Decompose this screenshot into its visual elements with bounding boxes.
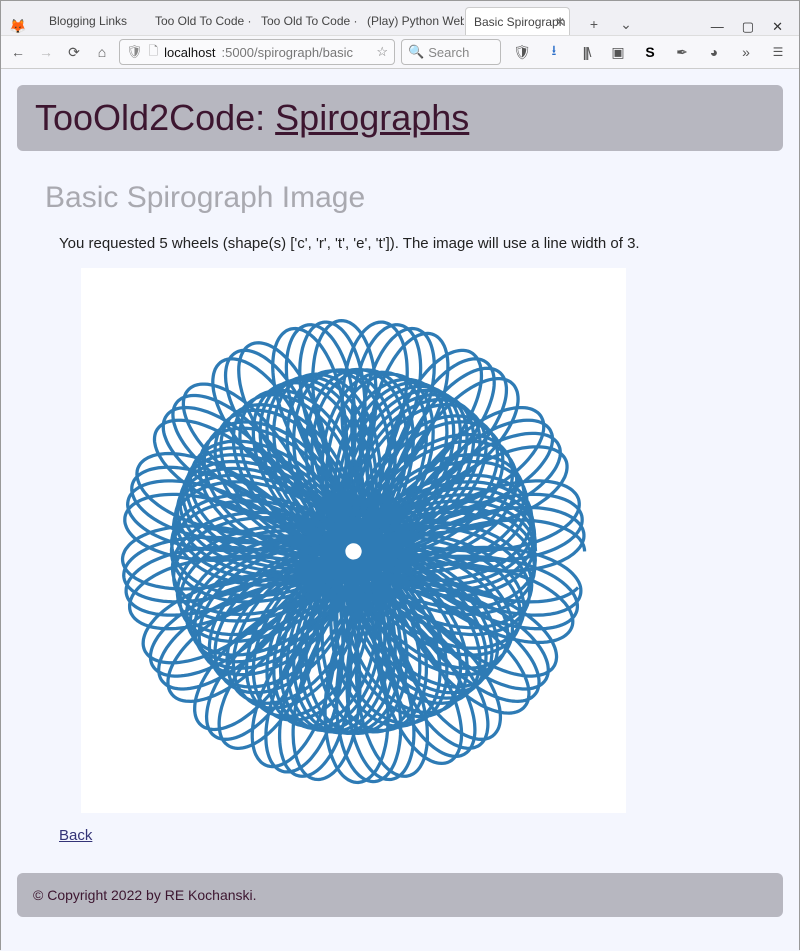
tab-label: Too Old To Code · Ric	[261, 14, 358, 28]
download-icon[interactable]: ⭳	[543, 41, 565, 63]
window-close-button[interactable]: ✕	[772, 19, 783, 35]
search-box[interactable]: 🔍 Search	[401, 39, 501, 65]
tab-label: Blogging Links	[49, 14, 127, 28]
home-button[interactable]: ⌂	[91, 41, 113, 63]
request-description: You requested 5 wheels (shape(s) ['c', '…	[59, 235, 783, 252]
tab-play-python[interactable]: (Play) Python Web A	[359, 7, 464, 35]
reader-icon[interactable]: ▣	[607, 41, 629, 63]
greasemonkey-icon[interactable]: ◕	[703, 41, 725, 63]
page-heading: Basic Spirograph Image	[45, 181, 783, 215]
library-icon[interactable]: |||\	[575, 41, 597, 63]
page-footer: © Copyright 2022 by RE Kochanski.	[17, 873, 783, 917]
banner-prefix: TooOld2Code:	[35, 97, 275, 138]
ublock-icon[interactable]: 🛡	[511, 41, 533, 63]
browser-tab-strip: 🦊 Blogging Links Too Old To Code · Ric T…	[1, 1, 799, 35]
search-placeholder: Search	[428, 45, 469, 60]
search-icon: 🔍	[408, 44, 424, 60]
new-tab-button[interactable]: +	[583, 13, 605, 35]
list-tabs-button[interactable]: ⌄	[615, 13, 637, 35]
reload-button[interactable]: ⟳	[63, 41, 85, 63]
toolbar-right: 🛡 ⭳ |||\ ▣ S ✒ ◕ » ☰	[507, 41, 793, 63]
firefox-icon: 🦊	[5, 18, 31, 35]
site-banner: TooOld2Code: Spirographs	[17, 85, 783, 151]
forward-button[interactable]: →	[35, 41, 57, 63]
window-maximize-button[interactable]: ▢	[742, 19, 754, 35]
tab-label: Too Old To Code · Ric	[155, 14, 252, 28]
bookmark-star-icon[interactable]: ☆	[376, 44, 388, 60]
tab-too-old-2[interactable]: Too Old To Code · Ric	[253, 7, 358, 35]
lock-off-icon: 🗋	[149, 42, 159, 63]
url-path: :5000/spirograph/basic	[221, 45, 353, 60]
spirograph-image	[81, 268, 626, 813]
url-bar[interactable]: 🛡 🗋 localhost :5000/spirograph/basic ☆	[119, 39, 395, 65]
tab-blogging-links[interactable]: Blogging Links	[41, 7, 146, 35]
spirograph-svg	[81, 268, 626, 813]
close-tab-icon[interactable]: ✕	[555, 15, 565, 29]
window-minimize-button[interactable]: —	[711, 19, 724, 35]
shield-icon: 🛡	[126, 44, 143, 60]
extension-s-icon[interactable]: S	[639, 41, 661, 63]
url-host: localhost	[164, 45, 215, 60]
page-viewport: TooOld2Code: Spirographs Basic Spirograp…	[1, 69, 799, 951]
tab-too-old-1[interactable]: Too Old To Code · Ric	[147, 7, 252, 35]
back-link[interactable]: Back	[59, 827, 92, 844]
tab-label: (Play) Python Web A	[367, 14, 464, 28]
banner-link[interactable]: Spirographs	[275, 97, 469, 138]
overflow-icon[interactable]: »	[735, 41, 757, 63]
window-controls: — ▢ ✕	[699, 19, 795, 35]
eyedropper-icon[interactable]: ✒	[671, 41, 693, 63]
browser-toolbar: ← → ⟳ ⌂ 🛡 🗋 localhost :5000/spirograph/ba…	[1, 35, 799, 69]
back-button[interactable]: ←	[7, 41, 29, 63]
tab-basic-spirograph[interactable]: Basic Spirograph Im ✕	[465, 7, 570, 35]
tab-actions: + ⌄	[577, 13, 643, 35]
menu-icon[interactable]: ☰	[767, 41, 789, 63]
